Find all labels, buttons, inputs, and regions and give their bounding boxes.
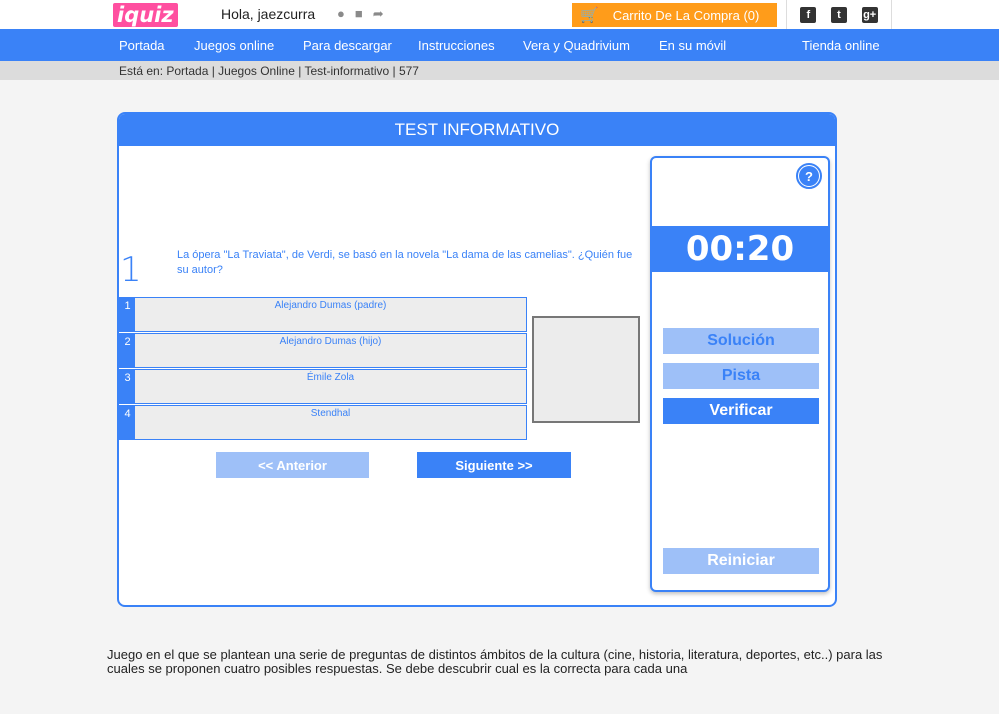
answer-number: 2 [120,334,135,367]
answer-option-1[interactable]: 1 Alejandro Dumas (padre) [119,297,527,332]
cart-label: Carrito De La Compra (0) [612,7,760,23]
hint-button[interactable]: Pista [663,363,819,389]
facebook-icon[interactable]: f [800,6,817,23]
solution-button[interactable]: Solución [663,328,819,354]
cart-icon: 🛒 [580,7,599,24]
help-button[interactable]: ? [796,163,822,189]
nav-instrucciones[interactable]: Instrucciones [418,38,495,53]
user-icon[interactable]: ● [337,6,345,22]
question-number: 1 [120,250,142,290]
answer-option-4[interactable]: 4 Stendhal [119,405,527,440]
restart-button[interactable]: Reiniciar [663,548,819,574]
nav-portada[interactable]: Portada [119,38,165,53]
answer-text: Émile Zola [306,372,355,383]
question-text: La ópera "La Traviata", de Verdi, se bas… [177,249,633,276]
logo[interactable]: iquiz [113,3,203,27]
answer-option-3[interactable]: 3 Émile Zola [119,369,527,404]
nav-vera-quadrivium[interactable]: Vera y Quadrivium [523,38,630,53]
greeting: Hola, jaezcurra [221,6,316,22]
answer-number: 1 [120,298,135,331]
nav-en-su-movil[interactable]: En su móvil [659,38,726,53]
nav-tienda-online[interactable]: Tienda online [802,38,880,53]
game-description: Juego en el que se plantean una serie de… [107,647,883,676]
verify-button[interactable]: Verificar [663,398,819,424]
twitter-icon[interactable]: t [830,6,847,23]
cart-button[interactable]: 🛒 Carrito De La Compra (0) [572,3,777,27]
nav-para-descargar[interactable]: Para descargar [303,38,392,53]
social-links: f t g+ [786,0,892,29]
lock-icon[interactable]: ■ [355,6,363,22]
answer-text: Stendhal [310,408,351,419]
main-nav: Portada Juegos online Para descargar Ins… [0,29,999,61]
top-bar: iquiz Hola, jaezcurra ● ■ ➦ 🛒 Carrito De… [0,0,999,29]
breadcrumb: Está en: Portada | Juegos Online | Test-… [119,64,419,78]
answer-text: Alejandro Dumas (padre) [274,300,387,311]
next-button[interactable]: Siguiente >> [417,452,571,478]
google-plus-icon[interactable]: g+ [861,6,878,23]
answer-option-2[interactable]: 2 Alejandro Dumas (hijo) [119,333,527,368]
logo-text: iquiz [113,3,178,27]
breadcrumb-bar: Está en: Portada | Juegos Online | Test-… [0,61,999,80]
answer-number: 4 [120,406,135,439]
help-icon: ? [799,166,819,186]
share-icon[interactable]: ➦ [373,6,384,22]
previous-button[interactable]: << Anterior [216,452,369,478]
game-title: TEST INFORMATIVO [119,114,835,146]
nav-juegos-online[interactable]: Juegos online [194,38,274,53]
question-image [532,316,640,423]
timer: 00:20 [652,226,828,272]
user-actions: ● ■ ➦ [337,6,384,22]
answer-text: Alejandro Dumas (hijo) [279,336,382,347]
answer-number: 3 [120,370,135,403]
